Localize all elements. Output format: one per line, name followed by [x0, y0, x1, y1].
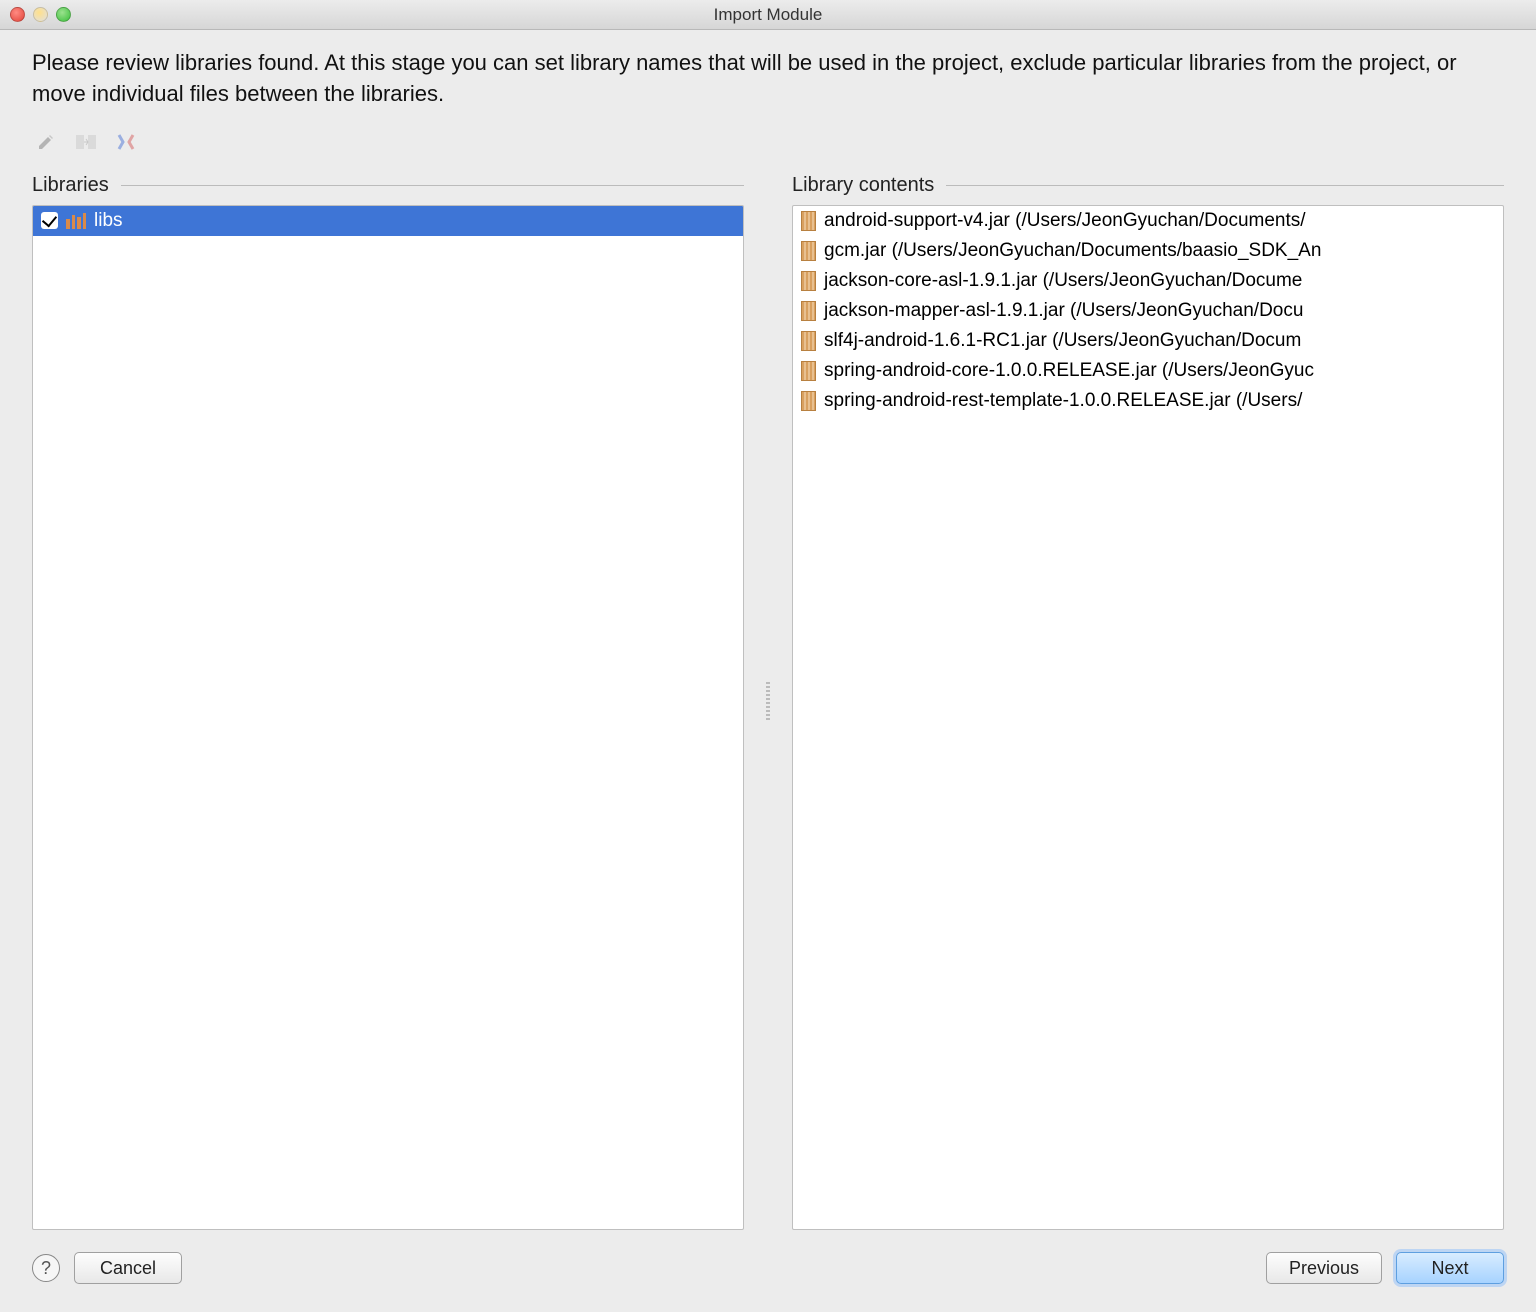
jar-icon [801, 391, 816, 411]
content-row[interactable]: jackson-core-asl-1.9.1.jar (/Users/JeonG… [793, 266, 1503, 296]
content-row[interactable]: spring-android-core-1.0.0.RELEASE.jar (/… [793, 356, 1503, 386]
previous-button[interactable]: Previous [1266, 1252, 1382, 1284]
content-filename: spring-android-rest-template-1.0.0.RELEA… [824, 390, 1302, 412]
toolbar [32, 130, 1504, 154]
merge-icon[interactable] [112, 130, 140, 154]
cancel-button[interactable]: Cancel [74, 1252, 182, 1284]
library-checkbox[interactable] [41, 212, 58, 229]
jar-icon [801, 271, 816, 291]
jar-icon [801, 211, 816, 231]
zoom-window-button[interactable] [56, 7, 71, 22]
next-button[interactable]: Next [1396, 1252, 1504, 1284]
library-icon [66, 213, 86, 229]
jar-icon [801, 361, 816, 381]
content-row[interactable]: gcm.jar (/Users/JeonGyuchan/Documents/ba… [793, 236, 1503, 266]
jar-icon [801, 241, 816, 261]
jar-icon [801, 301, 816, 321]
content-filename: android-support-v4.jar (/Users/JeonGyuch… [824, 210, 1306, 232]
content-row[interactable]: jackson-mapper-asl-1.9.1.jar (/Users/Jeo… [793, 296, 1503, 326]
libraries-list[interactable]: libs [32, 205, 744, 1230]
description-text: Please review libraries found. At this s… [32, 48, 1504, 110]
content-filename: jackson-mapper-asl-1.9.1.jar (/Users/Jeo… [824, 300, 1303, 322]
content-row[interactable]: android-support-v4.jar (/Users/JeonGyuch… [793, 206, 1503, 236]
content-filename: jackson-core-asl-1.9.1.jar (/Users/JeonG… [824, 270, 1302, 292]
split-handle[interactable] [764, 174, 772, 1230]
close-window-button[interactable] [10, 7, 25, 22]
library-contents-header: Library contents [792, 174, 934, 197]
content-filename: spring-android-core-1.0.0.RELEASE.jar (/… [824, 360, 1314, 382]
content-filename: slf4j-android-1.6.1-RC1.jar (/Users/Jeon… [824, 330, 1301, 352]
edit-icon[interactable] [32, 130, 60, 154]
titlebar: Import Module [0, 0, 1536, 30]
traffic-lights [10, 7, 71, 22]
content-row[interactable]: spring-android-rest-template-1.0.0.RELEA… [793, 386, 1503, 416]
window-title: Import Module [0, 5, 1536, 25]
minimize-window-button[interactable] [33, 7, 48, 22]
libraries-header: Libraries [32, 174, 109, 197]
content-filename: gcm.jar (/Users/JeonGyuchan/Documents/ba… [824, 240, 1321, 262]
library-contents-list[interactable]: android-support-v4.jar (/Users/JeonGyuch… [792, 205, 1504, 1230]
library-row[interactable]: libs [33, 206, 743, 236]
help-button[interactable]: ? [32, 1254, 60, 1282]
library-name: libs [94, 210, 123, 232]
split-icon[interactable] [72, 130, 100, 154]
content-row[interactable]: slf4j-android-1.6.1-RC1.jar (/Users/Jeon… [793, 326, 1503, 356]
jar-icon [801, 331, 816, 351]
